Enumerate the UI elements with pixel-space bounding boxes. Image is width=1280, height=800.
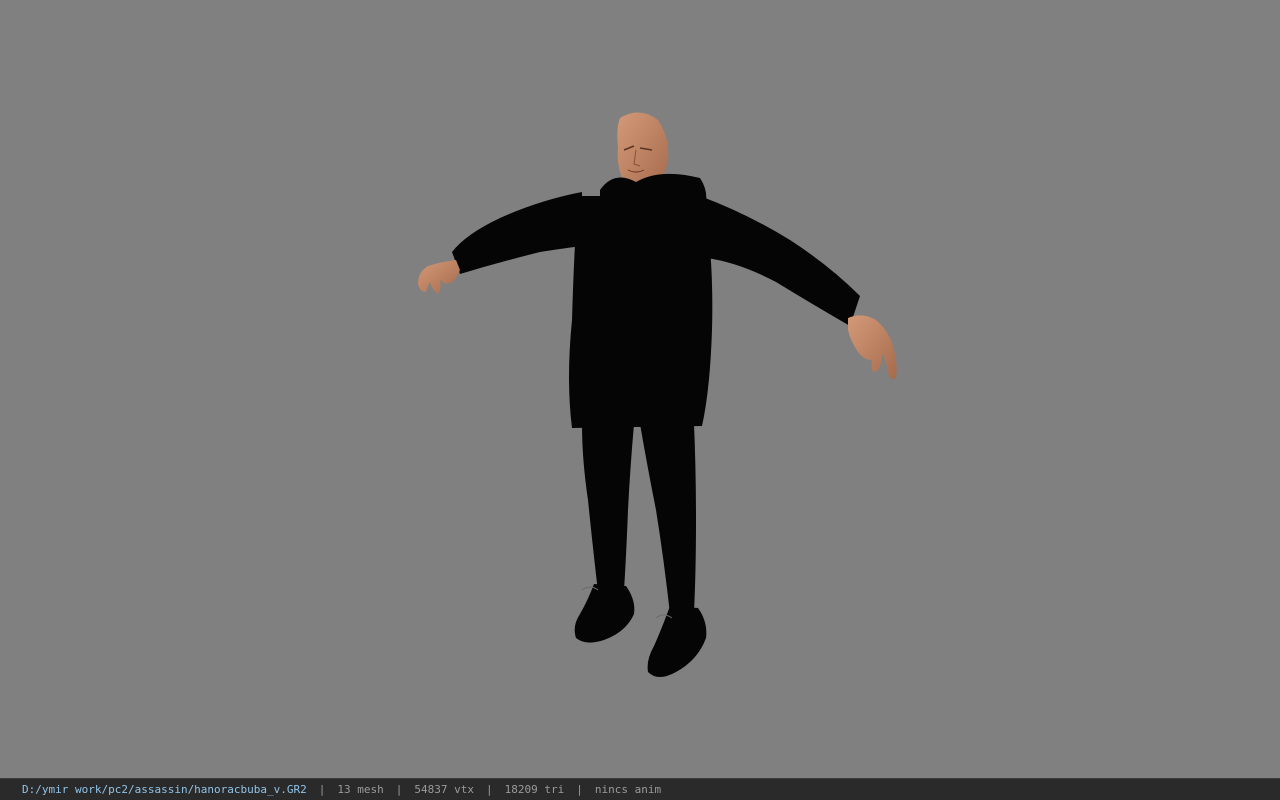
status-separator: | bbox=[486, 783, 493, 796]
vertex-count-label: 54837 vtx bbox=[414, 783, 474, 796]
status-separator: | bbox=[576, 783, 583, 796]
animation-status-label: nincs anim bbox=[594, 783, 662, 796]
model-viewer-window: D:/ymir work/pc2/assassin/hanoracbuba_v.… bbox=[0, 0, 1280, 800]
status-separator: | bbox=[395, 783, 403, 796]
character-model bbox=[418, 112, 897, 677]
model-hoodie bbox=[452, 173, 860, 428]
status-separator: | bbox=[318, 783, 326, 796]
mesh-count-label: 13 mesh bbox=[337, 783, 384, 796]
file-path-label: D:/ymir work/pc2/assassin/hanoracbuba_v.… bbox=[22, 783, 307, 796]
model-right-hand bbox=[848, 315, 897, 380]
triangle-count-label: 18209 tri bbox=[504, 783, 565, 796]
model-left-hand bbox=[418, 260, 460, 294]
3d-viewport[interactable] bbox=[0, 0, 1280, 778]
status-bar: D:/ymir work/pc2/assassin/hanoracbuba_v.… bbox=[0, 778, 1280, 800]
